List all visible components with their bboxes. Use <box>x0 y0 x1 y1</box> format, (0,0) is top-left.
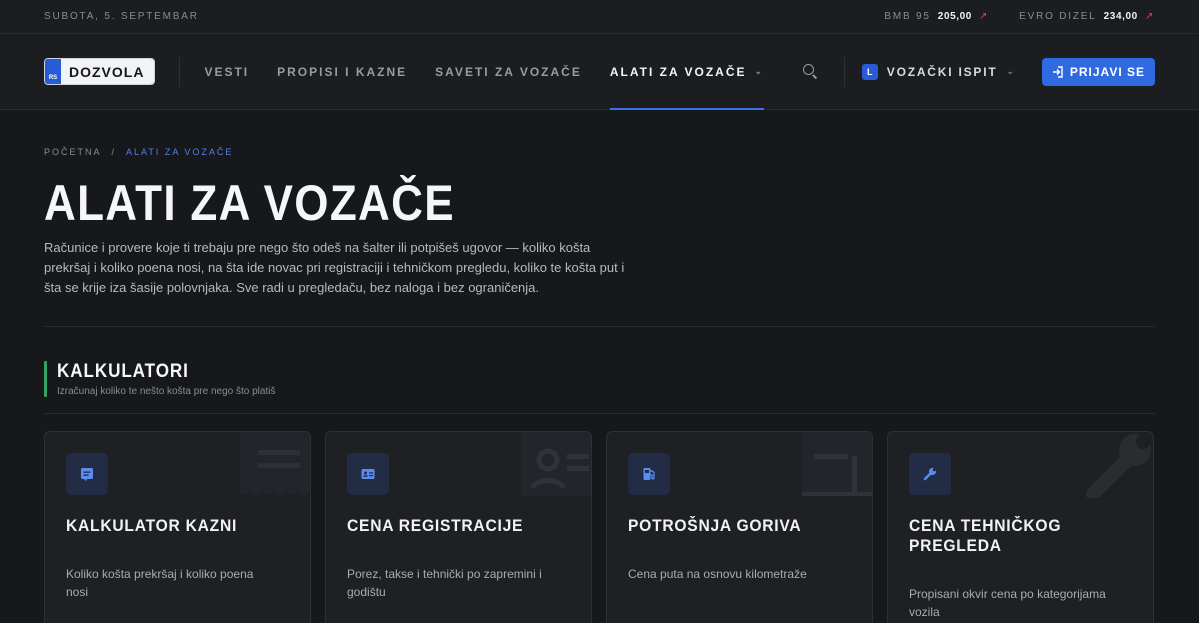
login-icon <box>1052 65 1063 78</box>
driving-exam-label: VOZAČKI ISPIT <box>886 64 998 79</box>
fuel-price-evro-dizel: EVRO DIZEL 234,00 ↗ <box>1019 11 1155 22</box>
fuel-pump-icon <box>628 453 670 495</box>
card-fine-calculator[interactable]: KALKULATOR KAZNI Koliko košta prekršaj i… <box>44 431 311 623</box>
card-description: Koliko košta prekršaj i koliko poena nos… <box>66 567 254 599</box>
nav-actions: L VOZAČKI ISPIT ⌄ PRIJAVI SE <box>802 56 1155 87</box>
driving-exam-menu[interactable]: L VOZAČKI ISPIT ⌄ <box>861 63 1016 80</box>
fuel-price-bmb95: BMB 95 205,00 ↗ <box>884 11 989 22</box>
breadcrumb-separator: / <box>111 147 117 157</box>
main-navbar: RS DOZVOLA VESTI PROPISI I KAZNE SAVETI … <box>0 34 1199 110</box>
fuel-prices: BMB 95 205,00 ↗ EVRO DIZEL 234,00 ↗ <box>884 11 1155 22</box>
id-card-bg-icon <box>521 432 591 496</box>
id-card-icon <box>347 453 389 495</box>
breadcrumb-home[interactable]: POČETNA <box>44 147 102 157</box>
nav-link-vesti[interactable]: VESTI <box>204 34 249 109</box>
calculator-cards: KALKULATOR KAZNI Koliko košta prekršaj i… <box>44 431 1155 623</box>
card-title: KALKULATOR KAZNI <box>66 516 238 535</box>
trend-up-icon: ↗ <box>1144 11 1155 22</box>
card-registration-cost[interactable]: CENA REGISTRACIJE Porez, takse i tehničk… <box>325 431 592 623</box>
card-description: Propisani okvir cena po kategorijama voz… <box>909 587 1106 619</box>
ticket-icon <box>66 453 108 495</box>
logo-country-badge: RS <box>45 59 61 84</box>
divider <box>44 326 1155 327</box>
card-title: POTROŠNJA GORIVA <box>628 516 802 535</box>
wrench-bg-icon <box>1086 434 1151 498</box>
card-title: CENA REGISTRACIJE <box>347 516 524 535</box>
section-accent-bar <box>44 361 47 397</box>
page-title: ALATI ZA VOZAČE <box>44 175 455 231</box>
chevron-down-icon: ⌄ <box>1006 66 1016 76</box>
card-inspection-cost[interactable]: CENA TEHNIČKOG PREGLEDA Propisani okvir … <box>887 431 1154 623</box>
section-header: KALKULATORI Izračunaj koliko te nešto ko… <box>44 361 1155 397</box>
breadcrumb-current: ALATI ZA VOZAČE <box>126 147 234 157</box>
receipt-bg-icon <box>240 432 310 496</box>
fuel-pump-bg-icon <box>802 432 872 496</box>
nav-link-alati[interactable]: ALATI ZA VOZAČE ⌄ <box>609 34 765 110</box>
site-logo[interactable]: RS DOZVOLA <box>44 58 156 85</box>
fuel-label: EVRO DIZEL <box>1019 11 1097 22</box>
card-description: Porez, takse i tehnički po zapremini i g… <box>347 567 542 599</box>
nav-link-alati-label: ALATI ZA VOZAČE <box>609 64 747 79</box>
chevron-down-icon: ⌄ <box>754 66 765 76</box>
page-intro: Računice i provere koje ti trebaju pre n… <box>44 240 625 295</box>
section-title: KALKULATORI <box>57 361 189 382</box>
nav-divider <box>843 56 845 87</box>
fuel-price: 234,00 <box>1103 11 1138 22</box>
section-subtitle: Izračunaj koliko te nešto košta pre nego… <box>57 386 276 397</box>
logo-text: DOZVOLA <box>61 59 155 84</box>
top-info-bar: SUBOTA, 5. SEPTEMBAR BMB 95 205,00 ↗ EVR… <box>0 0 1199 34</box>
search-icon[interactable] <box>802 63 820 81</box>
nav-link-propisi[interactable]: PROPISI I KAZNE <box>277 34 407 109</box>
nav-divider <box>179 56 181 87</box>
learner-plate-icon: L <box>861 63 878 80</box>
card-title: CENA TEHNIČKOG PREGLEDA <box>909 516 1062 555</box>
wrench-icon <box>909 453 951 495</box>
login-button[interactable]: PRIJAVI SE <box>1041 57 1155 86</box>
main-content: POČETNA / ALATI ZA VOZAČE ALATI ZA VOZAČ… <box>0 147 1199 623</box>
login-label: PRIJAVI SE <box>1069 64 1145 79</box>
current-date: SUBOTA, 5. SEPTEMBAR <box>44 11 199 22</box>
breadcrumb: POČETNA / ALATI ZA VOZAČE <box>44 147 1155 157</box>
card-description: Cena puta na osnovu kilometraže <box>628 567 807 581</box>
nav-links: VESTI PROPISI I KAZNE SAVETI ZA VOZAČE A… <box>204 34 765 110</box>
fuel-price: 205,00 <box>937 11 972 22</box>
trend-up-icon: ↗ <box>978 11 990 22</box>
fuel-label: BMB 95 <box>884 11 931 22</box>
nav-link-saveti[interactable]: SAVETI ZA VOZAČE <box>435 34 582 109</box>
divider <box>44 413 1155 414</box>
card-fuel-consumption[interactable]: POTROŠNJA GORIVA Cena puta na osnovu kil… <box>606 431 873 623</box>
